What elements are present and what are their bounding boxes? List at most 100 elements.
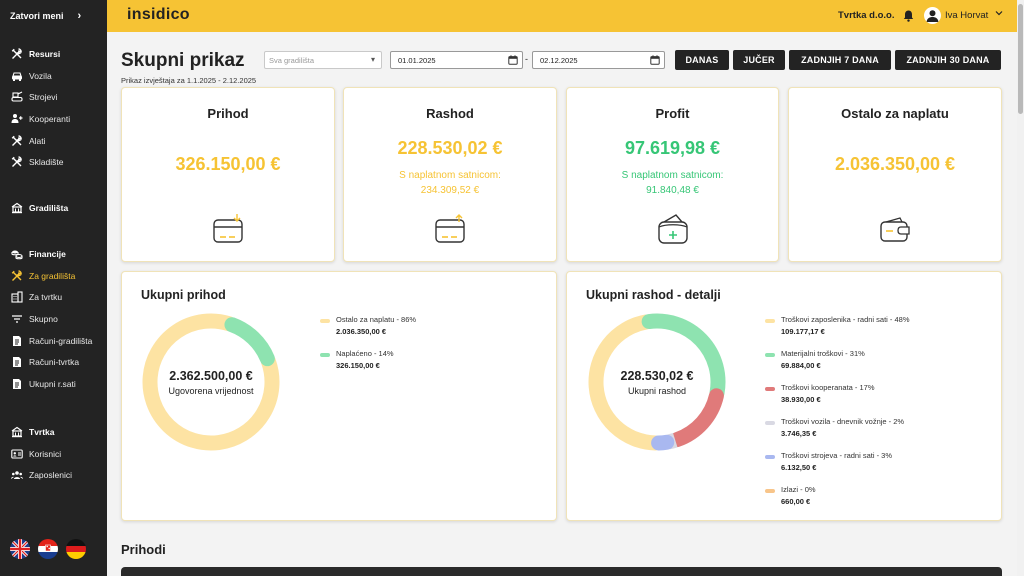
sidebar-item-label: Alati — [29, 135, 46, 146]
legend-label: Troškovi vozila - dnevnik vožnje - 2% — [781, 417, 905, 426]
income-section-title: Prihodi — [121, 542, 166, 557]
car-icon — [11, 70, 23, 82]
profit-card-sub-value: 91.840,48 € — [646, 185, 699, 196]
expense-donut-center-label: Ukupni rashod — [627, 386, 687, 396]
yesterday-button[interactable]: JUČER — [733, 50, 785, 70]
date-from-input[interactable]: 01.01.2025 — [390, 51, 523, 69]
user-avatar-icon[interactable] — [924, 7, 941, 24]
income-donut-center: 2.362.500,00 € Ugovorena vrijednost — [141, 369, 281, 396]
legend-value: 6.132,50 € — [781, 463, 817, 472]
legend-value: 2.036.350,00 € — [336, 327, 387, 336]
sidebar-item-ra-uni-gradili-ta[interactable]: Računi-gradilišta — [0, 330, 107, 352]
legend-label: Naplaćeno - 14% — [336, 349, 394, 358]
income-donut-center-label: Ugovorena vrijednost — [168, 386, 254, 396]
sidebar-item-gradili-ta[interactable]: Gradilišta — [0, 197, 107, 219]
sidebar-item-ra-uni-tvrtka[interactable]: Računi-tvrtka — [0, 351, 107, 373]
expense-card-value: 228.530,02 € — [397, 138, 503, 158]
filter-icon — [11, 313, 23, 325]
outstanding-card-value: 2.036.350,00 € — [834, 154, 956, 174]
calendar-icon[interactable] — [650, 55, 660, 67]
donut-slice-tro-kovi-kooperanata[interactable] — [669, 388, 724, 448]
croatia-flag-icon[interactable] — [38, 539, 58, 559]
legend-swatch — [320, 353, 330, 357]
top-bar: insidico Tvrtka d.o.o. Iva Horvat — [107, 0, 1017, 32]
expense-card-sub-label: S naplatnom satnicom: — [399, 170, 501, 181]
last-30-days-button[interactable]: ZADNJIH 30 DANA — [895, 50, 1001, 70]
germany-flag-icon[interactable] — [66, 539, 86, 559]
donut-slice-napla-eno[interactable] — [224, 317, 275, 367]
sidebar-item-resursi[interactable]: Resursi — [0, 43, 107, 65]
page-scrollbar[interactable] — [1017, 0, 1024, 576]
legend-value: 660,00 € — [781, 497, 811, 506]
legend-swatch — [765, 455, 775, 459]
sidebar-group: Gradilišta — [0, 197, 107, 219]
tools-icon — [11, 269, 23, 282]
language-switcher — [10, 539, 86, 559]
date-separator: - — [525, 54, 528, 64]
sidebar-group: Tvrtka Korisnici Zaposlenici — [0, 421, 107, 486]
date-to-input[interactable]: 02.12.2025 — [532, 51, 665, 69]
tools-icon — [11, 156, 23, 168]
page-title: Skupni prikaz — [121, 50, 245, 71]
sidebar-item-vozila[interactable]: Vozila — [0, 65, 107, 87]
legend-swatch — [765, 421, 775, 425]
user-name[interactable]: Iva Horvat — [945, 10, 988, 21]
app-logo[interactable]: insidico — [127, 6, 190, 24]
sidebar-item-za-tvrtku[interactable]: Za tvrtku — [0, 286, 107, 308]
sidebar-item-ukupni-r-sati[interactable]: Ukupni r.sati — [0, 373, 107, 395]
expense-donut-center: 228.530,02 € Ukupni rashod — [587, 369, 727, 396]
sidebar-item-skladi-te[interactable]: Skladište — [0, 151, 107, 173]
close-menu-button[interactable]: Zatvori meni › — [0, 0, 107, 32]
income-card-title: Prihod — [207, 106, 249, 121]
legend-label: Izlazi - 0% — [781, 485, 816, 494]
profit-card-sub-label: S naplatnom satnicom: — [621, 170, 724, 181]
legend-swatch — [320, 319, 330, 323]
sidebar-item-za-gradili-ta[interactable]: Za gradilišta — [0, 265, 107, 287]
handshake-icon — [11, 113, 23, 125]
invoice-icon — [11, 378, 23, 390]
date-to-value: 02.12.2025 — [540, 56, 578, 65]
sidebar-item-skupno[interactable]: Skupno — [0, 308, 107, 330]
scrollbar-thumb[interactable] — [1018, 4, 1023, 114]
uk-flag-icon[interactable] — [10, 539, 30, 559]
site-select-placeholder: Sva gradilišta — [269, 56, 315, 65]
company-name: Tvrtka d.o.o. — [838, 10, 895, 21]
sidebar-item-label: Za gradilišta — [29, 270, 76, 281]
sidebar-item-financije[interactable]: Financije — [0, 243, 107, 265]
sidebar-item-zaposlenici[interactable]: Zaposlenici — [0, 464, 107, 486]
close-menu-label: Zatvori meni — [10, 11, 64, 21]
id-card-icon — [11, 448, 23, 460]
chevron-down-icon[interactable] — [995, 9, 1003, 19]
bell-icon[interactable] — [903, 9, 914, 27]
expense-card: Rashod 228.530,02 € S naplatnom satnicom… — [343, 87, 557, 262]
today-button[interactable]: DANAS — [675, 50, 729, 70]
sidebar-item-label: Resursi — [29, 48, 61, 59]
income-chart-card: Ukupni prihod 2.362.500,00 € Ugovorena v… — [121, 271, 557, 521]
legend-swatch — [765, 387, 775, 391]
sidebar-item-tvrtka[interactable]: Tvrtka — [0, 421, 107, 443]
office-icon — [11, 291, 23, 303]
sidebar-item-kooperanti[interactable]: Kooperanti — [0, 108, 107, 130]
last-7-days-button[interactable]: ZADNJIH 7 DANA — [789, 50, 891, 70]
calendar-icon[interactable] — [508, 55, 518, 67]
legend-label: Troškovi strojeva - radni sati - 3% — [781, 451, 893, 460]
donut-slice-tro-kovi-strojeva-radni-sati[interactable] — [651, 434, 675, 451]
sidebar-item-strojevi[interactable]: Strojevi — [0, 86, 107, 108]
wallet-icon — [878, 212, 912, 246]
site-select[interactable]: Sva gradilišta ▾ — [264, 51, 382, 69]
income-card: Prihod 326.150,00 € — [121, 87, 335, 262]
wallet-out-icon — [433, 212, 467, 246]
income-table-header — [121, 567, 1002, 576]
expense-donut-center-value: 228.530,02 € — [620, 369, 694, 383]
sidebar-item-korisnici[interactable]: Korisnici — [0, 443, 107, 465]
invoice-icon — [11, 356, 23, 368]
sidebar-item-alati[interactable]: Alati — [0, 130, 107, 152]
legend-value: 69.884,00 € — [781, 361, 821, 370]
date-from-value: 01.01.2025 — [398, 56, 436, 65]
sidebar-item-label: Strojevi — [29, 92, 58, 103]
coins-icon — [11, 248, 23, 260]
sidebar-item-label: Skupno — [29, 313, 58, 324]
machine-icon — [11, 91, 23, 103]
sidebar-group: Resursi Vozila Strojevi Kooperanti Alati Skla… — [0, 43, 107, 173]
tools-icon — [11, 134, 23, 147]
